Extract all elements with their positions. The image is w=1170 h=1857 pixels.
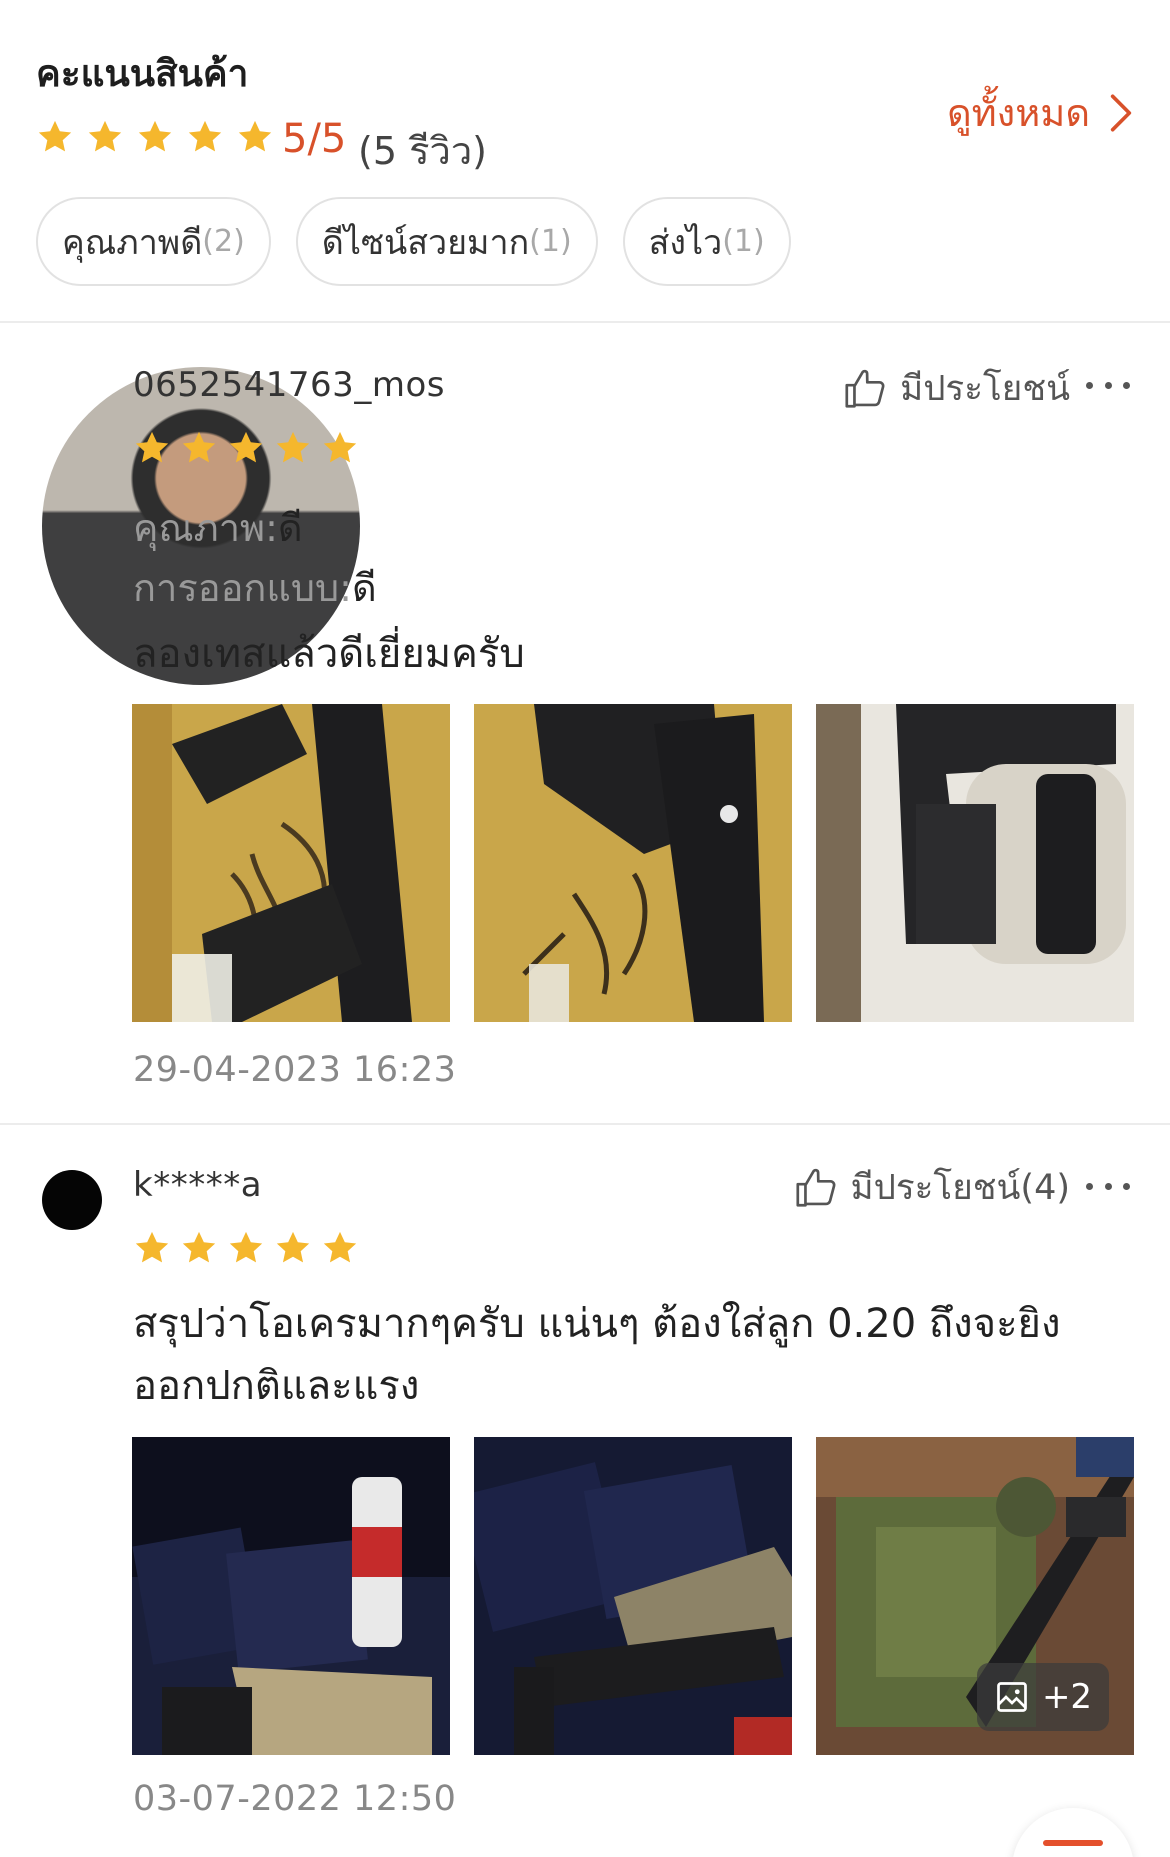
tag-fast-shipping[interactable]: ส่งไว (1) [622, 197, 791, 286]
star-icon [321, 1229, 359, 1267]
scroll-top-icon [1043, 1840, 1103, 1846]
attribute-label: คุณภาพ: [133, 506, 278, 550]
review-star-rating [133, 1229, 359, 1267]
more-dots-icon[interactable] [1086, 375, 1130, 395]
thumbs-up-icon [842, 366, 888, 412]
more-photos-count: +2 [1041, 1677, 1093, 1717]
image-icon [997, 1682, 1027, 1712]
review-photos: +2 [132, 1437, 1134, 1755]
star-icon [274, 1229, 312, 1267]
attribute-value: ดี [277, 506, 303, 550]
tag-count: (1) [722, 224, 765, 259]
more-photos-badge[interactable]: +2 [977, 1663, 1109, 1731]
helpful-button[interactable]: มีประโยชน์(4) [793, 1160, 1070, 1215]
review-count: (5 รีวิว) [358, 129, 487, 173]
rating-summary: คะแนนสินค้า 5/5 (5 รีวิว) ดูทั้งหมด คุณภ… [0, 0, 1170, 323]
tag-label: ส่งไว [648, 222, 723, 263]
reviewer-username: k*****a [133, 1165, 263, 1205]
review-photo[interactable]: +2 [816, 1437, 1134, 1755]
chevron-right-icon [1110, 94, 1132, 132]
star-icon [136, 118, 174, 156]
review-item: 0652541763_mos มีประโยชน์ คุณภาพ:ดี การอ… [0, 325, 1170, 1125]
comment-line: ออกปกติและแรง [133, 1363, 420, 1409]
star-icon [36, 118, 74, 156]
review-attribute-quality: คุณภาพ:ดี [133, 497, 303, 558]
star-icon [321, 429, 359, 467]
review-photos [132, 704, 1134, 1022]
avatar[interactable] [42, 1170, 102, 1230]
review-comment: ลองเทสแล้วดีเยี่ยมครับ [133, 631, 525, 677]
tag-count: (2) [202, 224, 245, 259]
section-title: คะแนนสินค้า [36, 52, 249, 95]
average-score: 5/5 [282, 116, 347, 162]
star-icon [227, 1229, 265, 1267]
star-icon [186, 118, 224, 156]
summary-star-rating [36, 118, 274, 156]
review-photo[interactable] [474, 704, 792, 1022]
helpful-label: มีประโยชน์ [900, 369, 1070, 409]
star-icon [227, 429, 265, 467]
helpful-label: มีประโยชน์(4) [850, 1168, 1070, 1208]
review-timestamp: 29-04-2023 16:23 [133, 1050, 457, 1090]
more-dots-icon[interactable] [1086, 1176, 1130, 1196]
attribute-value: ดี [351, 566, 377, 610]
tag-count: (1) [529, 224, 572, 259]
review-timestamp: 03-07-2022 12:50 [133, 1779, 457, 1819]
helpful-button[interactable]: มีประโยชน์ [842, 361, 1070, 416]
see-all-link[interactable]: ดูทั้งหมด [947, 82, 1134, 143]
review-attribute-design: การออกแบบ:ดี [133, 557, 377, 618]
see-all-label: ดูทั้งหมด [946, 91, 1090, 135]
star-icon [86, 118, 124, 156]
tag-label: คุณภาพดี [62, 222, 203, 263]
review-star-rating [133, 429, 359, 467]
star-icon [274, 429, 312, 467]
comment-line: สรุปว่าโอเครมากๆครับ แน่นๆ ต้องใส่ลูก 0.… [133, 1301, 1061, 1347]
star-icon [180, 1229, 218, 1267]
tag-beautiful-design[interactable]: ดีไซน์สวยมาก (1) [295, 197, 598, 286]
review-photo[interactable] [132, 704, 450, 1022]
star-icon [133, 1229, 171, 1267]
review-tag-filters: คุณภาพดี (2) ดีไซน์สวยมาก (1) ส่งไว (1) [36, 197, 791, 286]
reviewer-username: 0652541763_mos [133, 365, 445, 405]
review-photo[interactable] [474, 1437, 792, 1755]
review-photo[interactable] [816, 704, 1134, 1022]
attribute-label: การออกแบบ: [133, 566, 352, 610]
tag-quality-good[interactable]: คุณภาพดี (2) [36, 197, 271, 286]
tag-label: ดีไซน์สวยมาก [321, 222, 530, 263]
review-item: k*****a มีประโยชน์(4) สรุปว่าโอเครมากๆคร… [0, 1127, 1170, 1857]
star-icon [236, 118, 274, 156]
review-photo[interactable] [132, 1437, 450, 1755]
review-comment: สรุปว่าโอเครมากๆครับ แน่นๆ ต้องใส่ลูก 0.… [133, 1293, 1093, 1417]
star-icon [133, 429, 171, 467]
thumbs-up-icon [793, 1165, 839, 1211]
star-icon [180, 429, 218, 467]
